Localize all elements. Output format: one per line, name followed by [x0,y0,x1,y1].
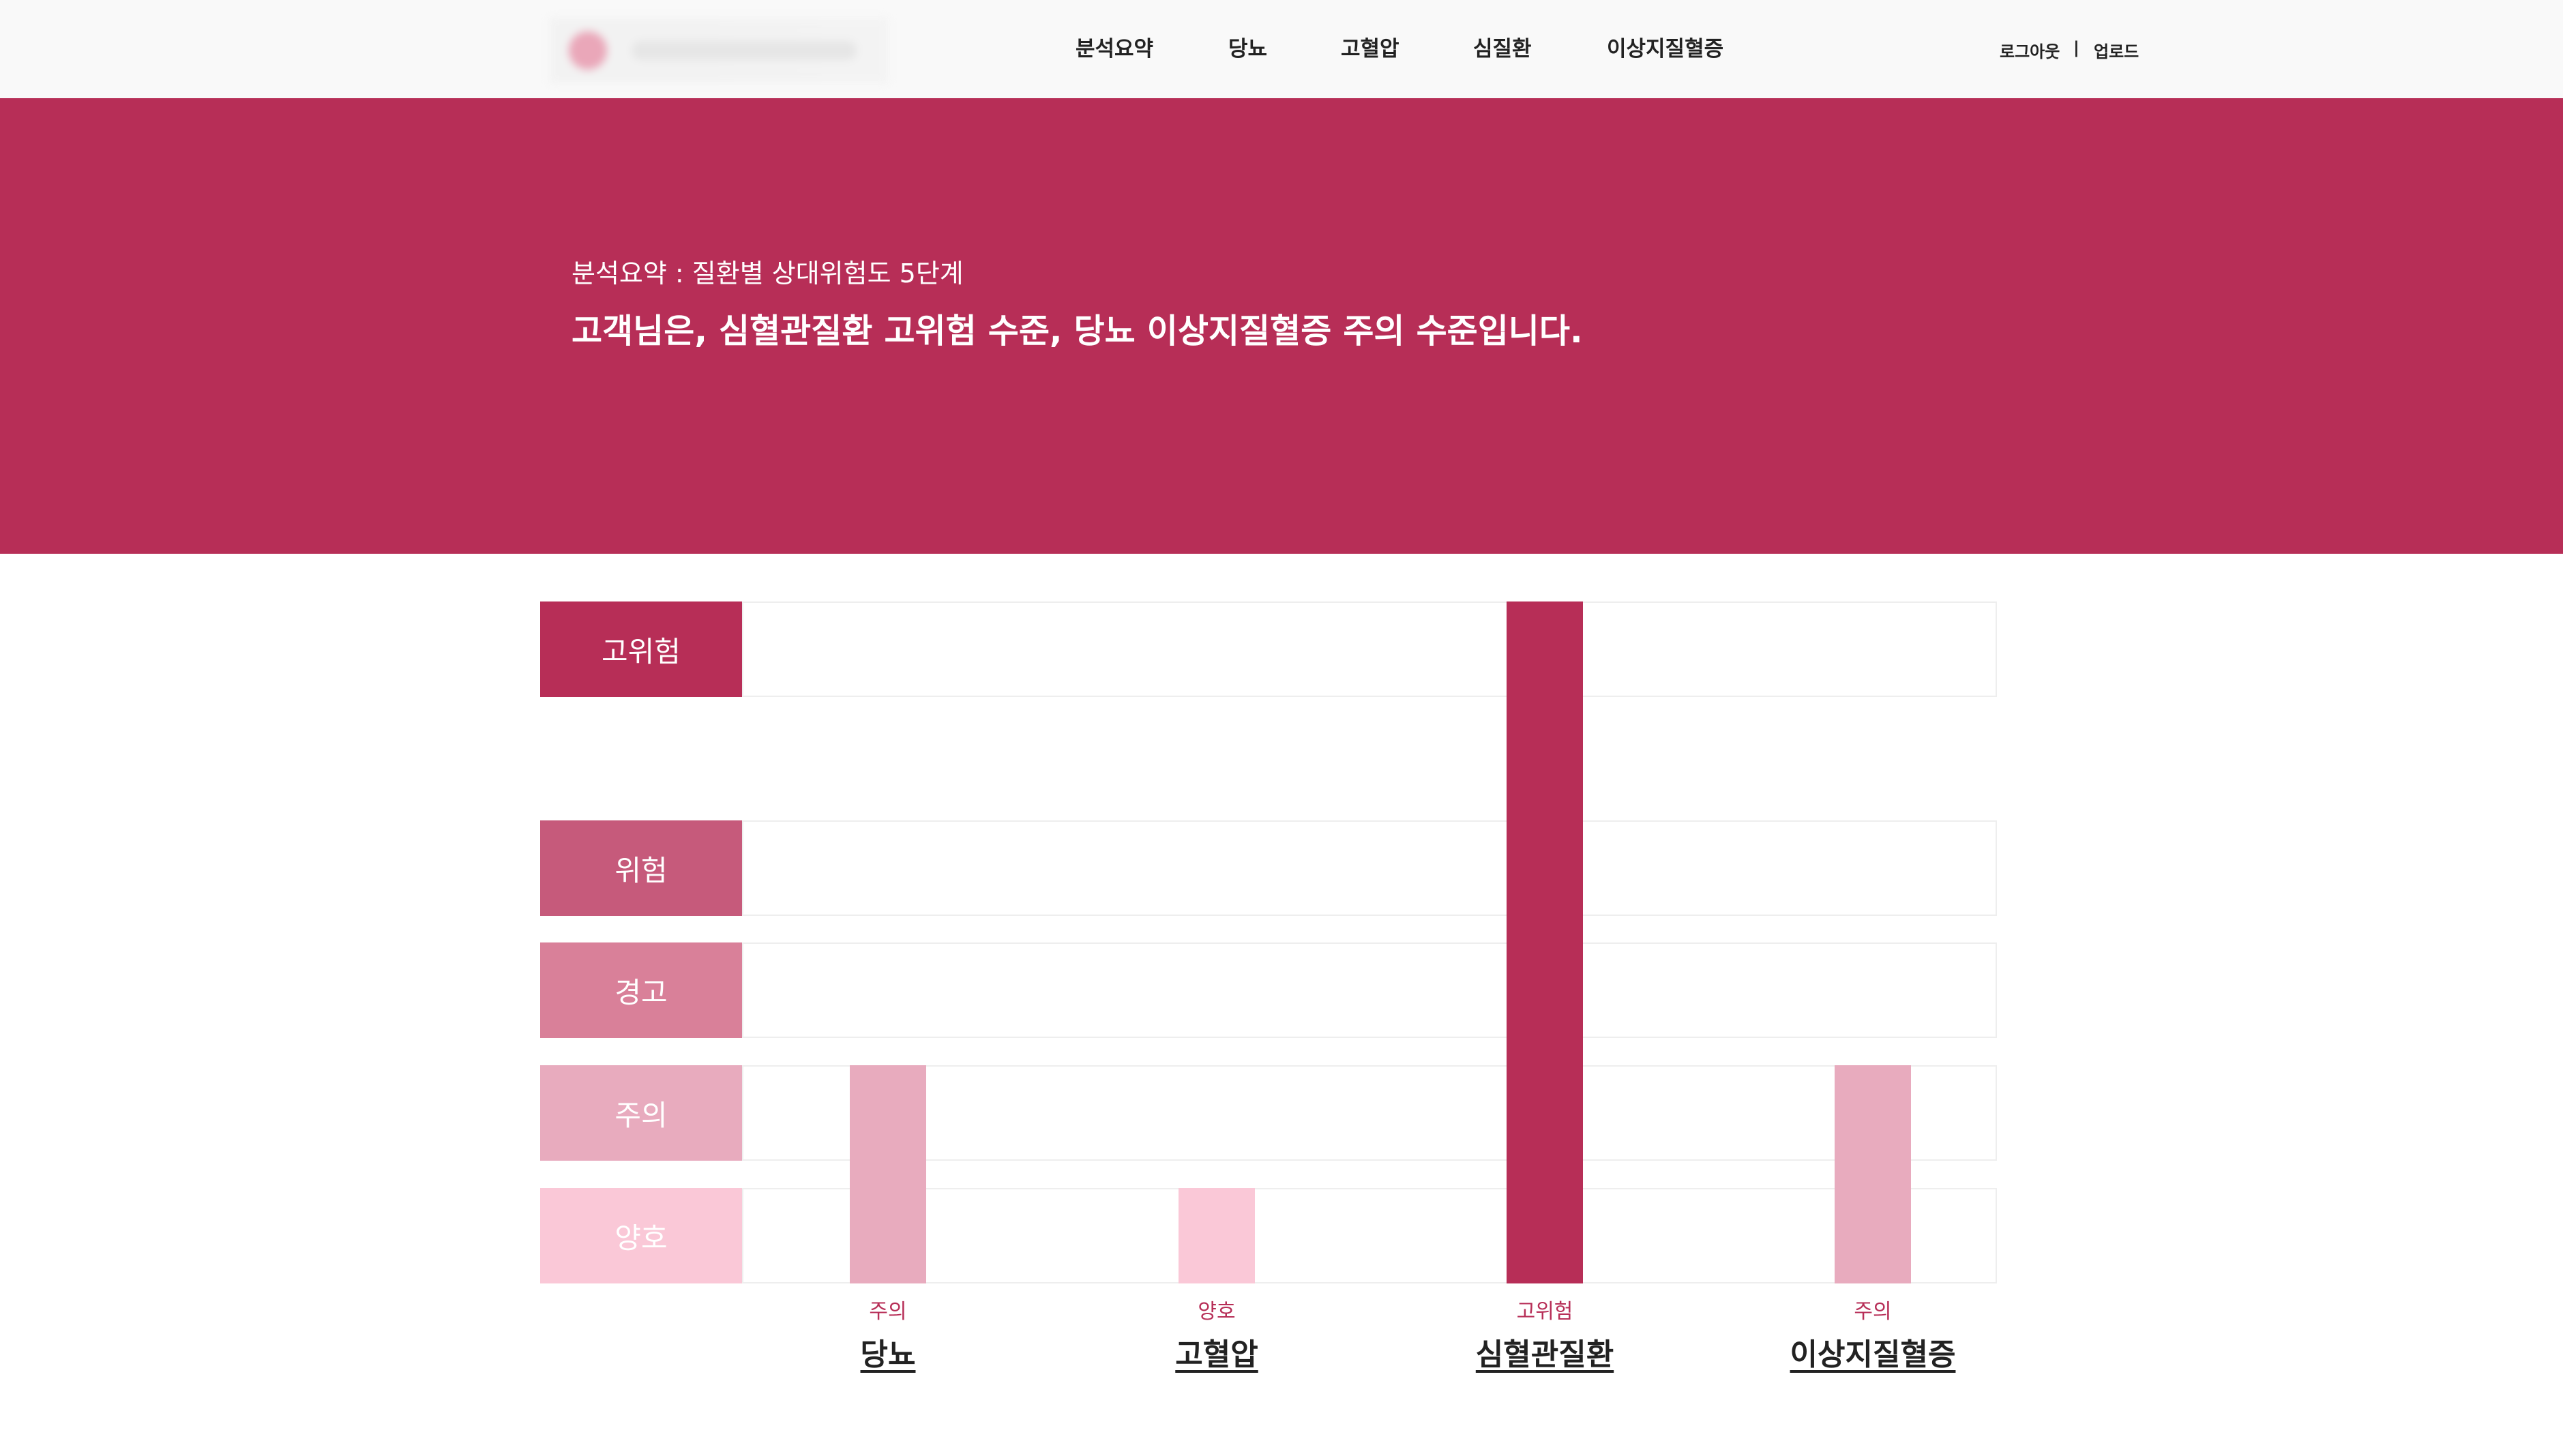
category-link[interactable]: 심혈관질환 [1408,1330,1681,1373]
bar-value-label: 양호 [1198,1300,1236,1324]
level-track [742,820,1997,916]
level-track [742,1188,1997,1283]
category-link[interactable]: 고혈압 [1080,1330,1353,1373]
bar-value-label: 주의 [869,1300,907,1324]
category-link[interactable]: 이상지질혈증 [1736,1330,2009,1373]
level-track [742,1065,1997,1161]
level-label: 고위험 [540,601,742,697]
level-label: 양호 [540,1188,742,1283]
category-link[interactable]: 당뇨 [752,1330,1024,1373]
level-label: 주의 [540,1065,742,1161]
risk-bar [1179,1188,1255,1283]
bar-value-label: 주의 [1854,1300,1892,1324]
level-track [742,601,1997,697]
risk-level-chart: 양호 주의 경고 위험 고위험 주의 당뇨 양호 고혈압 고위험 심혈관질환 주의 이상지질혈증 [0,0,2563,1456]
risk-bar [1507,601,1583,1283]
bar-value-label: 고위험 [1516,1300,1573,1324]
level-track [742,942,1997,1038]
level-label: 위험 [540,820,742,916]
risk-bar [850,1065,926,1283]
risk-bar [1835,1065,1911,1283]
level-label: 경고 [540,942,742,1038]
